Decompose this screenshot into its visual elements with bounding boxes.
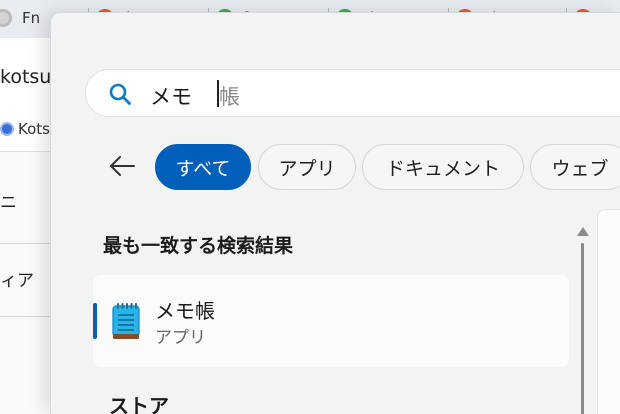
filter-chip-documents[interactable]: ドキュメント: [362, 144, 524, 190]
notepad-icon: [112, 303, 140, 339]
browser-tab-label: Fn: [22, 9, 41, 27]
result-subtitle: アプリ: [155, 328, 206, 348]
bookmark-favicon-icon: [0, 122, 14, 136]
page-text-line: ニ: [0, 193, 17, 213]
page-divider: [0, 243, 50, 244]
search-panel: メモ 帳 すべて アプリ ドキュメント ウェブ 最も一致する検索結果 メモ帳 ア…: [50, 12, 620, 414]
scroll-up-arrow-icon[interactable]: [577, 227, 589, 236]
filter-chip-web[interactable]: ウェブ: [530, 144, 620, 190]
result-title: メモ帳: [155, 299, 215, 323]
tab-favicon-icon: [0, 9, 12, 27]
result-preview-pane: [597, 209, 620, 414]
best-match-result[interactable]: メモ帳 アプリ: [93, 275, 569, 367]
best-match-heading: 最も一致する検索結果: [103, 235, 294, 257]
filter-chip-all[interactable]: すべて: [155, 144, 251, 190]
results-scrollbar[interactable]: [577, 227, 589, 414]
selection-indicator: [93, 303, 97, 339]
page-divider: [0, 316, 50, 317]
store-section-heading: ストア: [109, 394, 169, 414]
search-icon: [109, 83, 131, 105]
page-text-line: ィア: [0, 271, 34, 291]
filter-chip-apps[interactable]: アプリ: [258, 144, 356, 190]
bookmark-item[interactable]: Kots: [0, 120, 50, 138]
bookmark-label: Kots: [18, 120, 50, 138]
scrollbar-thumb[interactable]: [581, 243, 584, 414]
back-button[interactable]: [103, 147, 141, 185]
search-typed-text: メモ: [150, 85, 192, 109]
left-arrow-icon: [110, 156, 135, 176]
search-input[interactable]: メモ 帳: [85, 69, 620, 117]
search-autocomplete-text: 帳: [219, 85, 240, 109]
browser-url-text[interactable]: kotsu: [0, 66, 51, 88]
